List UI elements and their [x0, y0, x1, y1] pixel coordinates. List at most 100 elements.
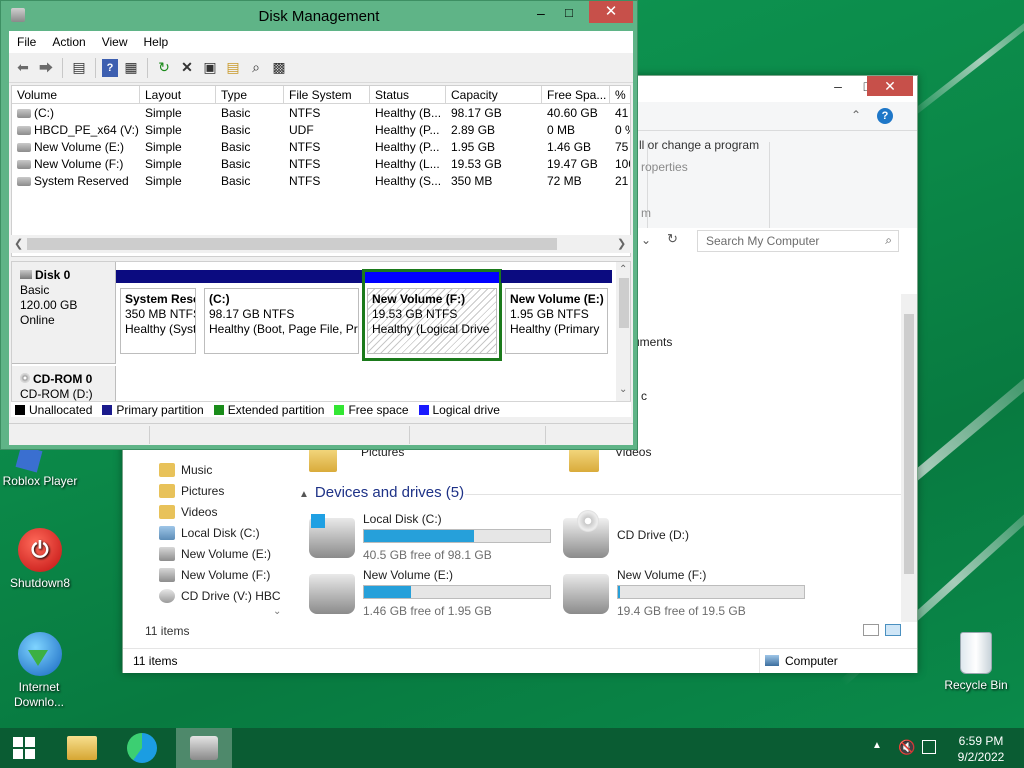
maximize-button[interactable]: □: [565, 5, 573, 20]
minimize-button[interactable]: ‒: [823, 76, 853, 96]
devices-group-header[interactable]: ▲ Devices and drives (5): [299, 484, 464, 501]
minimize-button[interactable]: ‒: [537, 5, 545, 21]
videos-folder-icon: [159, 505, 175, 519]
column-header-volume[interactable]: Volume: [12, 86, 140, 104]
menu-action[interactable]: Action: [44, 35, 93, 49]
nav-item-new-volume-f[interactable]: New Volume (F:): [159, 565, 270, 585]
close-button[interactable]: ✕: [867, 76, 913, 96]
cell-layout: Simple: [145, 140, 182, 154]
refresh-icon[interactable]: ↻: [154, 58, 174, 78]
taskbar-disk-management[interactable]: [176, 728, 232, 768]
large-icons-view-icon[interactable]: [885, 624, 901, 636]
speaker-muted-icon[interactable]: 🔇: [898, 739, 915, 768]
vertical-scrollbar[interactable]: [901, 294, 917, 622]
cell-type: Basic: [221, 106, 251, 120]
scrollbar-thumb[interactable]: [619, 278, 629, 328]
cell-layout: Simple: [145, 106, 182, 120]
scroll-down-icon[interactable]: ⌄: [619, 384, 627, 395]
close-button[interactable]: ✕: [589, 1, 633, 23]
cell-capacity: 98.17 GB: [451, 106, 502, 120]
menu-help[interactable]: Help: [136, 35, 177, 49]
help-book-icon[interactable]: ?: [102, 58, 118, 77]
nav-item-music[interactable]: Music: [159, 460, 212, 480]
drive-local-disk-c[interactable]: Local Disk (C:) 40.5 GB free of 98.1 GB: [309, 512, 569, 562]
show-hidden-icons-icon[interactable]: ▲: [872, 740, 882, 768]
column-header-capacity[interactable]: Capacity: [446, 86, 542, 104]
desktop-icon-shutdown8[interactable]: ⏻ Shutdown8: [0, 528, 80, 590]
scroll-left-icon[interactable]: ❮: [14, 237, 23, 250]
music-folder-icon: [159, 463, 175, 477]
legend-extended-partition: Extended partition: [213, 403, 324, 417]
column-header-percent-free[interactable]: % F: [610, 86, 630, 104]
column-header-file-system[interactable]: File System: [284, 86, 370, 104]
help-icon[interactable]: ?: [877, 108, 893, 124]
taskbar-edge[interactable]: [114, 728, 170, 768]
table-row[interactable]: New Volume (F:) Simple Basic NTFS Healthy (L…: [12, 156, 630, 173]
column-header-status[interactable]: Status: [370, 86, 446, 104]
ribbon-properties-link[interactable]: roperties: [641, 160, 688, 174]
drive-new-volume-e[interactable]: New Volume (E:) 1.46 GB free of 1.95 GB: [309, 568, 569, 618]
column-header-free-space[interactable]: Free Spa...: [542, 86, 610, 104]
search-input[interactable]: Search My Computer ⌕: [697, 230, 899, 252]
menu-bar: File Action View Help: [9, 31, 633, 53]
clock[interactable]: 6:59 PM 9/2/2022: [950, 733, 1012, 768]
partition-f-selected[interactable]: New Volume (F:) 19.53 GB NTFS Healthy (Log…: [362, 269, 502, 361]
search-icon[interactable]: ⌕: [246, 58, 266, 78]
properties-icon[interactable]: ▣: [200, 58, 220, 78]
drive-name: Local Disk (C:): [363, 512, 442, 526]
folder-music-label[interactable]: c: [641, 389, 647, 403]
scroll-up-icon[interactable]: ⌃: [619, 264, 627, 275]
chevron-down-icon[interactable]: ⌄: [273, 606, 281, 617]
menu-view[interactable]: View: [94, 35, 136, 49]
nav-item-pictures[interactable]: Pictures: [159, 481, 224, 501]
open-folder-icon[interactable]: ▤: [223, 58, 243, 78]
start-button[interactable]: [0, 728, 48, 768]
nav-item-videos[interactable]: Videos: [159, 502, 217, 522]
column-header-layout[interactable]: Layout: [140, 86, 216, 104]
drive-cd-d[interactable]: CD Drive (D:): [563, 510, 823, 562]
folder-documents-label[interactable]: uments: [633, 335, 672, 349]
partition-c[interactable]: (C:) 98.17 GB NTFS Healthy (Boot, Page Fil…: [200, 270, 363, 360]
network-icon[interactable]: [922, 740, 936, 754]
grid-settings-icon[interactable]: ▩: [269, 58, 289, 78]
nav-item-cd-drive-v[interactable]: CD Drive (V:) HBC: [159, 586, 281, 606]
details-view-icon[interactable]: [863, 624, 879, 636]
column-header-type[interactable]: Type: [216, 86, 284, 104]
disk-0-label[interactable]: Disk 0 Basic 120.00 GB Online: [12, 262, 116, 364]
horizontal-scrollbar[interactable]: ❮ ❯: [11, 235, 631, 253]
forward-arrow-icon[interactable]: ⮕: [36, 58, 56, 78]
computer-icon: [765, 655, 779, 666]
nav-item-local-disk-c[interactable]: Local Disk (C:): [159, 523, 260, 543]
console-tree-icon[interactable]: ▤: [69, 58, 89, 78]
clock-time: 6:59 PM: [958, 734, 1004, 748]
refresh-icon[interactable]: ↻: [667, 231, 678, 247]
drive-new-volume-f[interactable]: New Volume (F:) 19.4 GB free of 19.5 GB: [563, 568, 823, 618]
taskbar-file-explorer[interactable]: [54, 728, 110, 768]
cell-pct: 75: [615, 140, 629, 154]
back-arrow-icon[interactable]: ⬅: [13, 58, 33, 78]
desktop-icon-recycle-bin[interactable]: Recycle Bin: [936, 632, 1016, 692]
scrollbar-thumb[interactable]: [27, 238, 557, 250]
vertical-scrollbar[interactable]: ⌃ ⌄: [616, 262, 630, 416]
table-row[interactable]: HBCD_PE_x64 (V:) Simple Basic UDF Healthy (P…: [12, 122, 630, 139]
disk-icon: [20, 270, 32, 279]
volume-drive-icon: [17, 160, 31, 170]
volume-drive-icon: [17, 177, 31, 187]
ribbon-uninstall-link[interactable]: ll or change a program: [639, 138, 759, 152]
partition-e[interactable]: New Volume (E:) 1.95 GB NTFS Healthy (Prim…: [501, 270, 612, 360]
collapse-icon: ▲: [299, 489, 309, 500]
table-row[interactable]: System Reserved Simple Basic NTFS Healthy (S…: [12, 173, 630, 190]
properties-pane-icon[interactable]: ▦: [121, 58, 141, 78]
nav-item-new-volume-e[interactable]: New Volume (E:): [159, 544, 271, 564]
partition-system-reserved[interactable]: System Rese 350 MB NTFS Healthy (Syst: [116, 270, 200, 360]
chevron-up-icon[interactable]: ⌃: [851, 108, 861, 122]
menu-file[interactable]: File: [9, 35, 44, 49]
dm-title-bar[interactable]: Disk Management ‒ □ ✕: [1, 1, 637, 31]
table-row[interactable]: (C:) Simple Basic NTFS Healthy (B... 98.17 GB…: [12, 105, 630, 122]
table-row[interactable]: New Volume (E:) Simple Basic NTFS Healthy (P…: [12, 139, 630, 156]
delete-icon[interactable]: ✕: [177, 58, 197, 78]
drive-icon: [159, 547, 175, 561]
chevron-down-icon[interactable]: ⌄: [641, 233, 651, 247]
desktop-icon-internet-download-manager[interactable]: Internet Downlo...: [0, 632, 80, 710]
scroll-right-icon[interactable]: ❯: [617, 237, 626, 250]
